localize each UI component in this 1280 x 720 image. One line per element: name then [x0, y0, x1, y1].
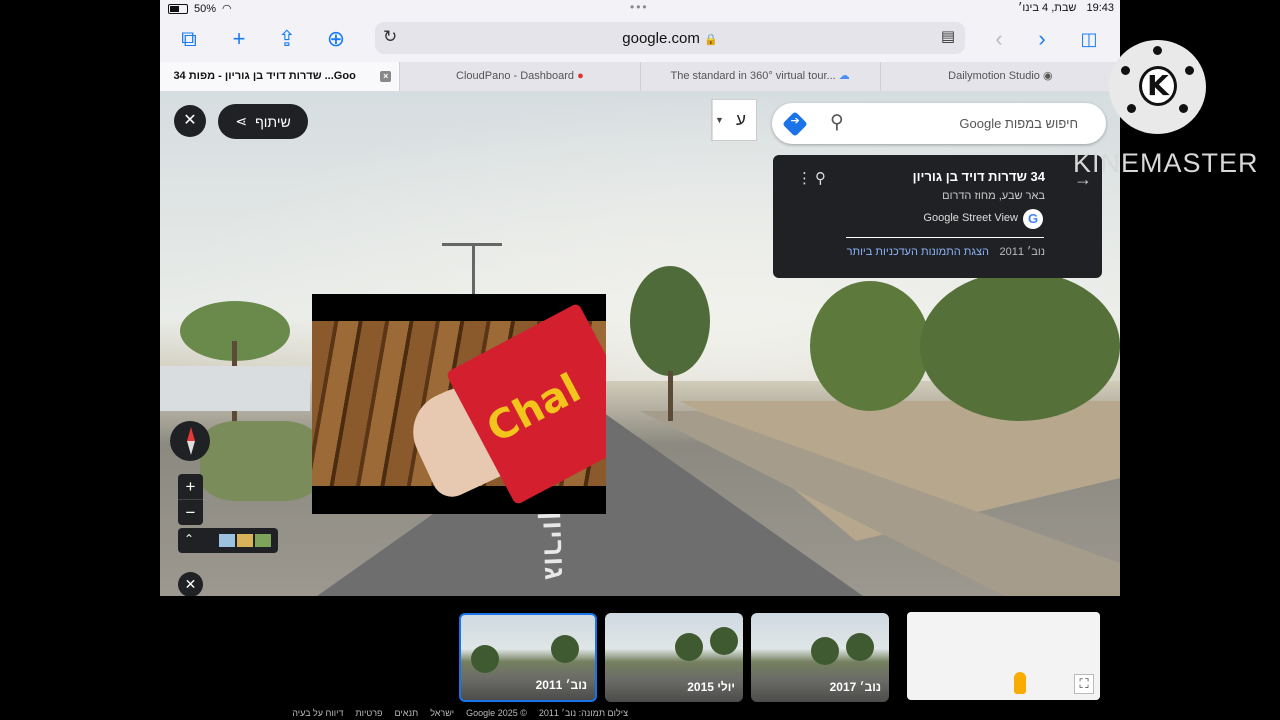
- timeline-strip: נוב׳ 2011 יולי 2015 נוב׳ 2017 ⛶ צילום תמ…: [160, 596, 1120, 720]
- url-text: google.com: [622, 30, 700, 47]
- language-letter: ע: [736, 110, 746, 129]
- chevron-up-icon[interactable]: ⌃: [184, 532, 194, 546]
- reader-icon[interactable]: ▤: [941, 27, 955, 45]
- close-thumbnails-button[interactable]: ✕: [178, 572, 203, 596]
- minimap[interactable]: ⛶: [907, 612, 1100, 700]
- kinemaster-k: K: [1139, 66, 1177, 106]
- tree: [920, 271, 1120, 421]
- tree: [630, 266, 710, 376]
- thumbnail[interactable]: [237, 534, 253, 547]
- cloud-icon: ☁: [838, 70, 850, 82]
- tab-cloudpano[interactable]: CloudPano - Dashboard ●: [399, 62, 639, 91]
- google-logo-icon: G: [1023, 209, 1043, 229]
- location-subtitle: באר שבע, מחוז הדרום: [942, 190, 1045, 202]
- dailymotion-icon: ◉: [1042, 70, 1053, 82]
- tab-dailymotion[interactable]: Dailymotion Studio ◉: [879, 62, 1120, 91]
- footer: צילום תמונה: נוב׳ 2011 © 2025 Google ישר…: [160, 706, 640, 720]
- tab-close-icon[interactable]: ×: [380, 71, 392, 82]
- input-tools-button[interactable]: ▼ ע: [711, 99, 757, 141]
- street-view-panorama[interactable]: גוריון ✕ ⋖ שיתוף ▼ ע ⚲ חיפוש במפות Googl…: [160, 91, 1120, 596]
- tab-virtual-tour[interactable]: The standard in 360° virtual tour... ☁: [639, 62, 880, 91]
- timeline-date: נוב׳ 2011: [535, 678, 587, 692]
- wrapper-text: Chal: [479, 365, 589, 453]
- timeline-card[interactable]: נוב׳ 2017: [751, 613, 889, 702]
- footer-country[interactable]: ישראל: [430, 708, 454, 718]
- wifi-icon: ◠: [222, 3, 232, 15]
- timeline-date: יולי 2015: [687, 680, 735, 694]
- battery-icon: [168, 3, 188, 14]
- share-button[interactable]: ⋖ שיתוף: [218, 104, 308, 139]
- tabs-overview-icon[interactable]: ⧉: [176, 26, 202, 52]
- zoom-control: + −: [178, 474, 203, 525]
- building: [160, 366, 310, 411]
- search-icon[interactable]: ⚲: [830, 111, 844, 134]
- tab-label: Dailymotion Studio: [948, 70, 1040, 82]
- cloudpano-icon: ●: [577, 70, 584, 82]
- timeline-card[interactable]: יולי 2015: [605, 613, 743, 702]
- status-date: שבת, 4 בינו׳: [1018, 2, 1077, 14]
- forward-icon[interactable]: ›: [1029, 26, 1055, 52]
- timeline-card[interactable]: נוב׳ 2011: [459, 613, 597, 702]
- overlay-video: Chal: [312, 294, 606, 514]
- tab-label: The standard in 360° virtual tour...: [670, 70, 836, 82]
- share-label: שיתוף: [255, 113, 291, 130]
- close-button[interactable]: ✕: [174, 105, 206, 137]
- new-tab-icon[interactable]: +: [226, 26, 252, 52]
- location-card: → 34 שדרות דויד בן גוריון באר שבע, מחוז …: [773, 155, 1102, 278]
- footer-report[interactable]: דיווח על בעיה: [292, 708, 343, 718]
- kinemaster-logo: K: [1109, 40, 1206, 134]
- download-icon[interactable]: ⊕: [323, 26, 349, 52]
- road-marking: גוריון: [537, 511, 571, 582]
- tree: [810, 281, 930, 411]
- footer-copyright: © 2025 Google: [466, 708, 527, 718]
- search-placeholder: חיפוש במפות Google: [959, 116, 1078, 131]
- tab-google-maps[interactable]: 34 שדרות דויד בן גוריון - מפות ...Goo ×: [160, 62, 400, 91]
- lock-icon: 🔒: [704, 34, 718, 46]
- compass-icon[interactable]: [170, 421, 210, 461]
- timeline-date: נוב׳ 2017: [829, 680, 881, 694]
- back-icon[interactable]: ‹: [986, 26, 1012, 52]
- thumbnail[interactable]: [219, 534, 235, 547]
- zoom-in-button[interactable]: +: [178, 474, 203, 499]
- footer-terms[interactable]: תנאים: [395, 708, 419, 718]
- footer-capture: צילום תמונה: נוב׳ 2011: [538, 708, 628, 718]
- browser-toolbar: ⧉ + ⇪ ⊕ ↻ google.com 🔒 ▤ ‹ › ◫: [160, 18, 1120, 62]
- share-icon[interactable]: ⇪: [274, 26, 300, 52]
- street-view-source: Google Street View: [923, 212, 1018, 224]
- tab-label: CloudPano - Dashboard: [456, 70, 575, 82]
- more-options-icon[interactable]: ⋮: [797, 169, 812, 187]
- sidebar-icon[interactable]: ◫: [1076, 26, 1102, 52]
- footer-privacy[interactable]: פרטיות: [355, 708, 382, 718]
- kinemaster-wordmark: KINEMASTER: [1073, 148, 1259, 178]
- address-bar[interactable]: ↻ google.com 🔒 ▤: [375, 22, 965, 54]
- pegman-icon[interactable]: [1014, 672, 1026, 694]
- tab-label: 34 שדרות דויד בן גוריון - מפות ...Goo: [173, 70, 356, 82]
- location-title[interactable]: 34 שדרות דויד בן גוריון: [913, 169, 1045, 184]
- tab-bar: 34 שדרות דויד בן גוריון - מפות ...Goo × …: [160, 62, 1120, 91]
- fullscreen-icon[interactable]: ⛶: [1074, 674, 1094, 694]
- share-icon: ⋖: [235, 113, 248, 129]
- divider: [846, 237, 1044, 238]
- browser-frame: 50% ◠ ••• שבת, 4 בינו׳ 19:43 ⧉ + ⇪ ⊕ ↻ g…: [160, 0, 1120, 720]
- capture-date: נוב׳ 2011: [999, 246, 1046, 258]
- status-bar: 50% ◠ ••• שבת, 4 בינו׳ 19:43: [160, 0, 1120, 18]
- status-time: 19:43: [1086, 2, 1114, 14]
- thumbnail[interactable]: [255, 534, 271, 547]
- zoom-out-button[interactable]: −: [178, 500, 203, 525]
- latest-imagery-link[interactable]: הצגת התמונות העדכניות ביותר: [847, 246, 989, 258]
- directions-icon[interactable]: [782, 111, 808, 137]
- battery-level: 50%: [194, 2, 217, 15]
- imagery-toggle[interactable]: ⌃: [178, 528, 278, 553]
- chevron-down-icon[interactable]: ▼: [712, 100, 726, 140]
- map-pin-icon[interactable]: ⚲: [815, 169, 826, 187]
- cactus: [200, 421, 320, 501]
- search-input[interactable]: ⚲ חיפוש במפות Google: [772, 103, 1106, 144]
- multitask-dots[interactable]: •••: [630, 0, 649, 14]
